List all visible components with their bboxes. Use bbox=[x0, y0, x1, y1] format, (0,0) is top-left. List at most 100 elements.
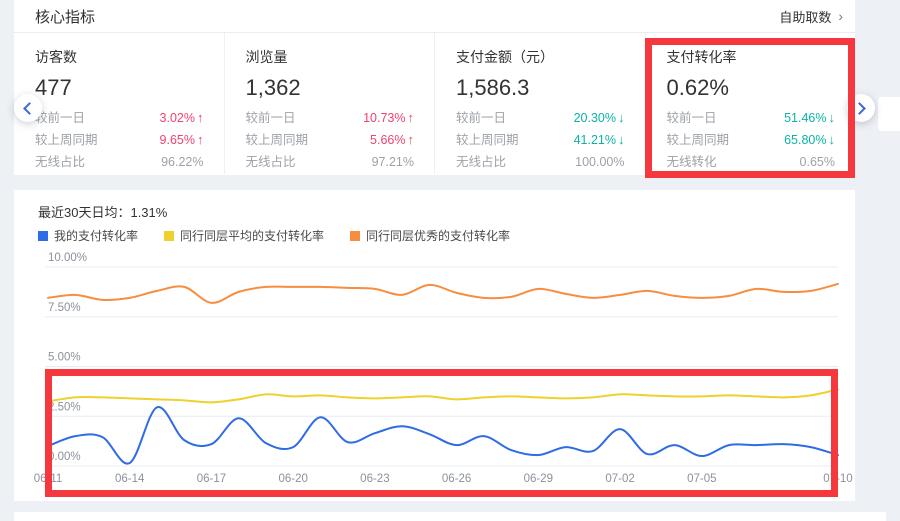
metric-row-value-group: 41.21%↓ bbox=[574, 133, 625, 147]
y-axis-label: 0.00% bbox=[48, 451, 81, 463]
chevron-right-icon: › bbox=[838, 9, 843, 23]
metric-card-title: 浏览量 bbox=[246, 47, 415, 67]
metric-card-payment-conversion[interactable]: 支付转化率 0.62% 较前一日 51.46%↓ 较上周同期 65.80%↓ 无线转化 0.6… bbox=[646, 33, 856, 174]
metric-card-row: 较前一日 20.30%↓ bbox=[456, 111, 625, 125]
metric-card-row: 较上周同期 41.21%↓ bbox=[456, 133, 625, 147]
metric-row-value-group: 96.22% bbox=[161, 155, 203, 169]
metric-card-row: 无线转化 0.65% bbox=[667, 155, 836, 169]
metric-row-value: 10.73% bbox=[363, 111, 405, 125]
metric-card-pageviews[interactable]: 浏览量 1,362 较前一日 10.73%↑ 较上周同期 5.66%↑ 无线占比 97.21% bbox=[225, 33, 436, 174]
chevron-left-icon bbox=[23, 102, 36, 115]
metric-row-value-group: 97.21% bbox=[372, 155, 414, 169]
metric-card-row: 较前一日 10.73%↑ bbox=[246, 111, 415, 125]
metric-row-label: 较前一日 bbox=[246, 111, 296, 125]
metric-card-row: 较上周同期 65.80%↓ bbox=[667, 133, 836, 147]
x-axis-label: 06-11 bbox=[34, 473, 63, 485]
metric-row-label: 无线转化 bbox=[667, 155, 717, 169]
metric-row-value-group: 9.65%↑ bbox=[160, 133, 204, 147]
chevron-right-icon bbox=[853, 102, 866, 115]
metric-row-label: 较上周同期 bbox=[246, 133, 309, 147]
metric-card-row: 较前一日 3.02%↑ bbox=[35, 111, 204, 125]
carousel-next-button[interactable] bbox=[847, 94, 875, 122]
metric-row-value: 51.46% bbox=[784, 111, 826, 125]
metric-card-title: 访客数 bbox=[35, 47, 204, 67]
conversion-trend-chart[interactable]: 10.00% 7.50% 5.00% 2.50% 0.00% 06-11 06-14 06-1… bbox=[14, 190, 855, 501]
trend-chart-panel[interactable]: 最近30天日均：1.31% 我的支付转化率同行同层平均的支付转化率同行同层优秀的… bbox=[14, 190, 855, 501]
metric-row-value-group: 3.02%↑ bbox=[160, 111, 204, 125]
up-arrow-icon: ↑ bbox=[408, 111, 415, 125]
metric-row-value-group: 5.66%↑ bbox=[370, 133, 414, 147]
metric-card-value: 1,586.3 bbox=[456, 75, 625, 101]
panel-header: 核心指标 自助取数 › bbox=[14, 0, 855, 33]
adjacent-panel-fragment bbox=[878, 97, 900, 131]
self-service-data-label: 自助取数 bbox=[779, 7, 831, 26]
metric-card-row: 无线占比 97.21% bbox=[246, 155, 415, 169]
metric-row-value: 3.02% bbox=[160, 111, 195, 125]
down-arrow-icon: ↓ bbox=[829, 133, 836, 147]
metric-row-value-group: 51.46%↓ bbox=[784, 111, 835, 125]
carousel-prev-button[interactable] bbox=[14, 94, 42, 122]
y-axis-label: 2.50% bbox=[48, 401, 81, 413]
metric-cards: 访客数477较前一日3.02%↑较上周同期9.65%↑无线占比96.22%浏览量… bbox=[14, 33, 855, 174]
metric-card-payment-amount[interactable]: 支付金额（元） 1,586.3 较前一日 20.30%↓ 较上周同期 41.21%↓ 无线占… bbox=[435, 33, 646, 174]
metric-card-row: 较上周同期 5.66%↑ bbox=[246, 133, 415, 147]
up-arrow-icon: ↑ bbox=[197, 111, 204, 125]
metric-row-value: 9.65% bbox=[160, 133, 195, 147]
metric-row-label: 较前一日 bbox=[35, 111, 85, 125]
metric-row-value-group: 100.00% bbox=[575, 155, 624, 169]
metric-row-value-group: 20.30%↓ bbox=[574, 111, 625, 125]
metric-card-visitors[interactable]: 访客数 477 较前一日 3.02%↑ 较上周同期 9.65%↑ 无线占比 96.22% bbox=[14, 33, 225, 174]
metric-row-label: 无线占比 bbox=[456, 155, 506, 169]
series-line-0 bbox=[48, 407, 838, 464]
metric-card-value: 1,362 bbox=[246, 75, 415, 101]
metric-card-title: 支付转化率 bbox=[667, 47, 836, 67]
metric-card-row: 无线占比 100.00% bbox=[456, 155, 625, 169]
metric-row-label: 较前一日 bbox=[456, 111, 506, 125]
next-section-panel bbox=[14, 512, 886, 521]
up-arrow-icon: ↑ bbox=[408, 133, 415, 147]
metric-row-label: 无线占比 bbox=[35, 155, 85, 169]
metric-row-value-group: 10.73%↑ bbox=[363, 111, 414, 125]
metric-row-value-group: 65.80%↓ bbox=[784, 133, 835, 147]
metric-row-label: 较上周同期 bbox=[456, 133, 519, 147]
core-metrics-panel: 核心指标 自助取数 › 访客数477较前一日3.02%↑较上周同期9.65%↑无… bbox=[14, 0, 855, 175]
x-axis-label: 06-14 bbox=[115, 473, 145, 485]
x-axis-label: 07-05 bbox=[687, 473, 716, 485]
metric-row-value: 97.21% bbox=[372, 155, 414, 169]
metric-row-value: 96.22% bbox=[161, 155, 203, 169]
y-axis-label: 5.00% bbox=[48, 352, 81, 364]
x-axis-label: 06-23 bbox=[360, 473, 389, 485]
metric-row-value: 0.65% bbox=[800, 155, 835, 169]
metric-card-row: 较前一日 51.46%↓ bbox=[667, 111, 836, 125]
down-arrow-icon: ↓ bbox=[829, 111, 836, 125]
x-axis-label: 06-29 bbox=[524, 473, 553, 485]
metric-row-label: 无线占比 bbox=[246, 155, 296, 169]
metric-card-value: 0.62% bbox=[667, 75, 836, 101]
metric-row-label: 较前一日 bbox=[667, 111, 717, 125]
series-line-2 bbox=[48, 284, 838, 303]
metric-row-value: 100.00% bbox=[575, 155, 624, 169]
page-title: 核心指标 bbox=[35, 6, 95, 27]
metric-row-label: 较上周同期 bbox=[35, 133, 98, 147]
up-arrow-icon: ↑ bbox=[197, 133, 204, 147]
x-axis-label: 06-17 bbox=[197, 473, 226, 485]
down-arrow-icon: ↓ bbox=[618, 111, 625, 125]
metric-row-value-group: 0.65% bbox=[800, 155, 835, 169]
metric-row-value: 65.80% bbox=[784, 133, 826, 147]
y-axis-label: 10.00% bbox=[48, 252, 87, 264]
x-axis-label: 07-02 bbox=[605, 473, 634, 485]
metric-row-value: 41.21% bbox=[574, 133, 616, 147]
metric-card-value: 477 bbox=[35, 75, 204, 101]
down-arrow-icon: ↓ bbox=[618, 133, 625, 147]
metric-card-title: 支付金额（元） bbox=[456, 47, 625, 67]
x-axis-label: 06-20 bbox=[278, 473, 307, 485]
x-axis-label: 07-10 bbox=[823, 473, 852, 485]
self-service-data-link[interactable]: 自助取数 › bbox=[779, 7, 843, 26]
metric-card-row: 无线占比 96.22% bbox=[35, 155, 204, 169]
series-line-1 bbox=[48, 389, 838, 402]
x-axis-label: 06-26 bbox=[442, 473, 471, 485]
y-axis-label: 7.50% bbox=[48, 302, 81, 314]
metric-row-label: 较上周同期 bbox=[667, 133, 730, 147]
metric-card-row: 较上周同期 9.65%↑ bbox=[35, 133, 204, 147]
metric-row-value: 20.30% bbox=[574, 111, 616, 125]
